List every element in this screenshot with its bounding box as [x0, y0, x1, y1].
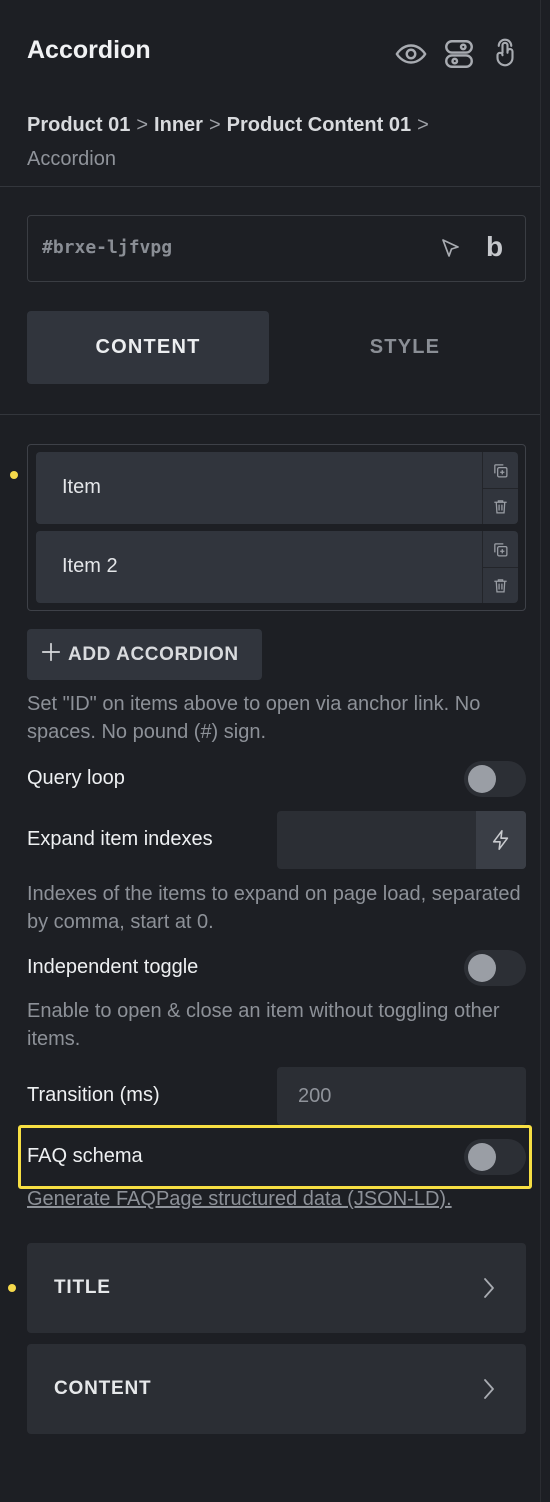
expand-indexes-help: Indexes of the items to expand on page l… [27, 883, 521, 933]
eye-icon[interactable] [394, 37, 428, 71]
trash-icon[interactable] [483, 567, 518, 603]
faq-schema-link[interactable]: Generate FAQPage structured data (JSON-L… [27, 1188, 452, 1211]
divider [0, 186, 540, 187]
section-title[interactable]: TITLE [27, 1243, 526, 1333]
add-accordion-button[interactable]: ADD ACCORDION [27, 629, 262, 680]
breadcrumb-current: Accordion [27, 148, 116, 170]
tab-content[interactable]: CONTENT [27, 311, 269, 384]
independent-toggle-help: Enable to open & close an item without t… [27, 1000, 500, 1050]
copy-icon[interactable] [483, 452, 518, 488]
expand-indexes-label: Expand item indexes [27, 828, 213, 850]
divider [0, 414, 540, 415]
query-loop-label: Query loop [27, 767, 125, 789]
panel-border [540, 0, 541, 1502]
element-id-field[interactable]: #brxe-ljfvpg b [27, 215, 526, 282]
header-actions [394, 36, 520, 72]
breadcrumb-item[interactable]: Product Content 01 [227, 114, 411, 136]
repeater-item-controls [482, 452, 518, 524]
breadcrumb-item[interactable]: Inner [154, 114, 203, 136]
section-title-label: TITLE [54, 1277, 111, 1298]
pointer-hand-icon[interactable] [490, 37, 520, 71]
element-id-text: #brxe-ljfvpg [42, 237, 173, 258]
tab-style[interactable]: STYLE [284, 311, 526, 384]
faq-schema-highlight [18, 1125, 532, 1189]
transition-input[interactable]: 200 [277, 1067, 526, 1125]
modified-indicator-dot [10, 471, 18, 479]
add-accordion-label: ADD ACCORDION [68, 643, 239, 665]
independent-toggle-switch[interactable] [464, 950, 526, 986]
transition-label: Transition (ms) [27, 1084, 160, 1106]
builder-logo[interactable]: b [486, 231, 503, 263]
plus-icon [40, 641, 62, 669]
repeater-item[interactable]: Item [36, 452, 518, 524]
chevron-right-icon [480, 1377, 498, 1406]
trash-icon[interactable] [483, 488, 518, 524]
copy-icon[interactable] [483, 531, 518, 567]
transition-value: 200 [298, 1085, 332, 1107]
section-content[interactable]: CONTENT [27, 1344, 526, 1434]
toggle-layout-icon[interactable] [442, 37, 476, 71]
expand-indexes-input[interactable] [277, 811, 526, 869]
anchor-help-text: Set "ID" on items above to open via anch… [27, 693, 481, 743]
repeater-item-label: Item [62, 476, 101, 498]
breadcrumb: Product 01 > Inner > Product Content 01 > Acc… [27, 114, 429, 170]
section-content-label: CONTENT [54, 1378, 152, 1399]
modified-indicator-dot [8, 1284, 16, 1292]
repeater-item-controls [482, 531, 518, 603]
cursor-arrow-icon[interactable] [438, 237, 462, 266]
breadcrumb-item[interactable]: Product 01 [27, 114, 130, 136]
accordion-items-repeater: Item Item 2 [27, 444, 526, 611]
repeater-item-label: Item 2 [62, 555, 118, 577]
bolt-icon[interactable] [476, 811, 526, 869]
independent-toggle-label: Independent toggle [27, 956, 199, 978]
chevron-right-icon [480, 1276, 498, 1305]
repeater-item[interactable]: Item 2 [36, 531, 518, 603]
query-loop-toggle[interactable] [464, 761, 526, 797]
panel-title: Accordion [27, 36, 151, 64]
